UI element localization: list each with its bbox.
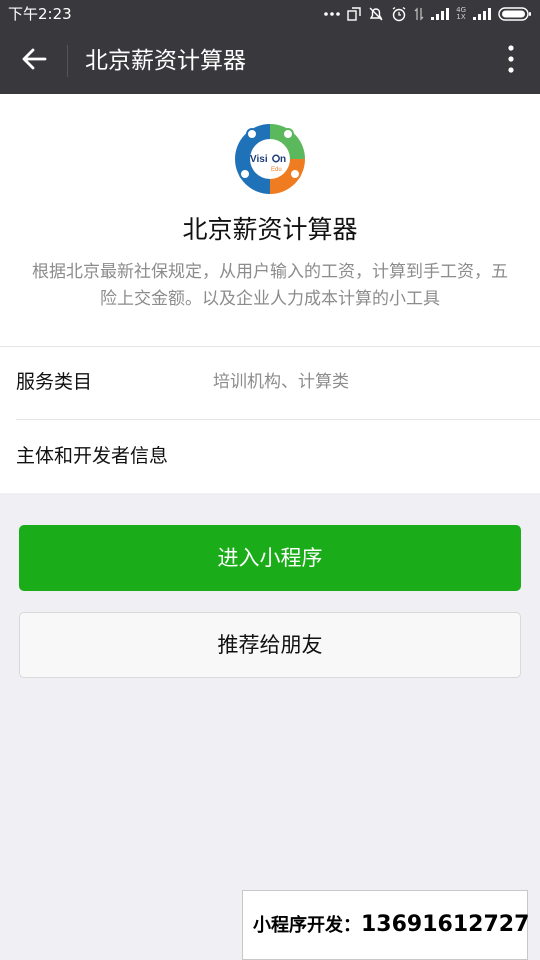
battery-icon [498, 7, 532, 21]
service-category-label: 服务类目 [16, 371, 93, 393]
page-title: 北京薪资计算器 [85, 48, 246, 74]
mini-program-info-card: Visi n Edu 北京薪资计算器 根据北京最新社保规定，从用户输入的工资，计… [0, 94, 540, 493]
alarm-off-icon [368, 6, 384, 22]
app-logo: Visi n Edu [233, 122, 307, 196]
network-type-indicator: 4G 1X [456, 7, 466, 21]
more-vertical-icon [508, 45, 514, 77]
logo-text-sub: Edu [271, 167, 282, 173]
title-bar: 北京薪资计算器 [0, 28, 540, 94]
enter-mini-program-button[interactable]: 进入小程序 [19, 525, 521, 591]
mini-program-profile-screen: 下午2:23 4G 1X 北京薪资计算器 Visi n Edu 北京薪资计算器 … [0, 0, 540, 960]
signal-strength-icon [431, 8, 450, 20]
promo-text: 小程序开发：13691612727 [253, 911, 529, 940]
screen-rotate-icon [347, 7, 361, 21]
arrow-left-icon [21, 48, 47, 74]
more-dots-icon [324, 11, 340, 17]
service-category-row: 服务类目 培训机构、计算类 [0, 346, 540, 418]
promo-watermark: 小程序开发：13691612727 [242, 890, 529, 960]
data-transfer-icon [414, 7, 424, 21]
signal-strength-secondary-icon [473, 8, 491, 20]
service-category-value: 培训机构、计算类 [213, 372, 349, 392]
promo-phone: 13691612727 [361, 912, 530, 937]
app-description: 根据北京最新社保规定，从用户输入的工资，计算到手工资，五险上交金额。以及企业人力… [32, 262, 508, 309]
network-label-bottom: 1X [456, 13, 466, 21]
title-divider [67, 45, 68, 77]
recommend-to-friend-button[interactable]: 推荐给朋友 [19, 612, 521, 678]
app-name: 北京薪资计算器 [182, 215, 358, 244]
status-bar: 下午2:23 4G 1X [0, 0, 540, 28]
back-button[interactable] [12, 41, 56, 81]
logo-text-main: Visi [250, 154, 268, 165]
logo-text-tail: n [280, 154, 286, 165]
status-icons: 4G 1X [324, 5, 532, 23]
more-options-button[interactable] [496, 41, 526, 81]
developer-info-row[interactable]: 主体和开发者信息 [0, 420, 540, 492]
promo-prefix: 小程序开发： [253, 915, 361, 936]
status-time: 下午2:23 [8, 5, 72, 23]
developer-info-label: 主体和开发者信息 [16, 445, 169, 467]
alarm-clock-icon [391, 6, 407, 22]
